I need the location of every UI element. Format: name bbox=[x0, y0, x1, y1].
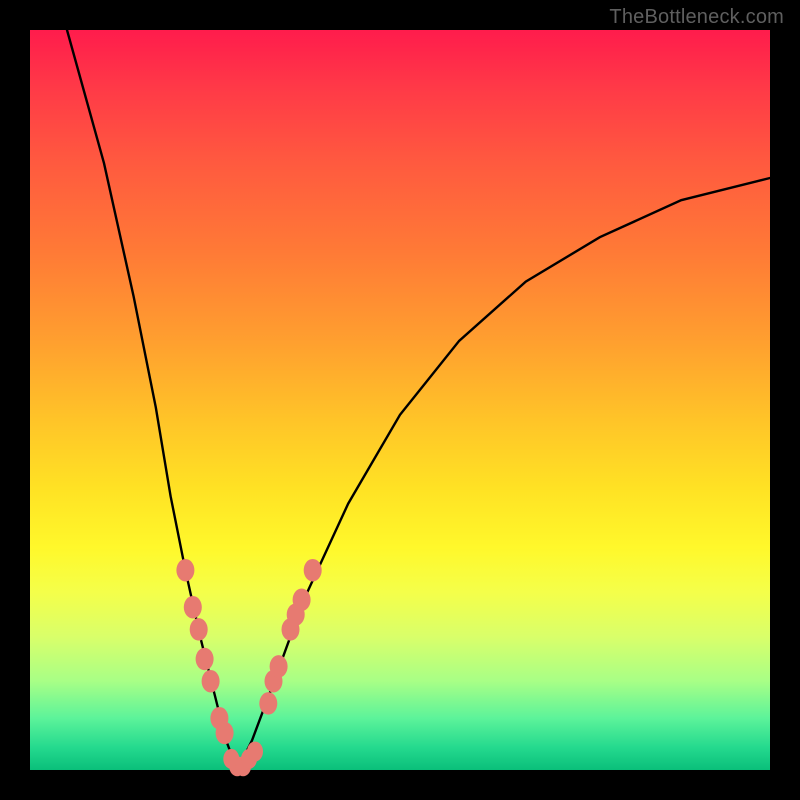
curve-marker bbox=[184, 596, 202, 619]
curve-marker bbox=[259, 692, 277, 715]
curve-marker bbox=[270, 655, 288, 678]
curve-svg bbox=[30, 30, 770, 770]
curve-marker bbox=[216, 722, 234, 745]
curve-marker bbox=[247, 742, 263, 762]
v-curve-path bbox=[67, 30, 770, 770]
plot-area bbox=[30, 30, 770, 770]
curve-marker bbox=[190, 618, 208, 641]
curve-marker bbox=[196, 648, 214, 671]
curve-marker bbox=[176, 559, 194, 582]
chart-stage: TheBottleneck.com bbox=[0, 0, 800, 800]
watermark-label: TheBottleneck.com bbox=[609, 6, 784, 29]
curve-marker bbox=[304, 559, 322, 582]
curve-marker bbox=[202, 670, 220, 693]
curve-marker bbox=[293, 589, 311, 612]
